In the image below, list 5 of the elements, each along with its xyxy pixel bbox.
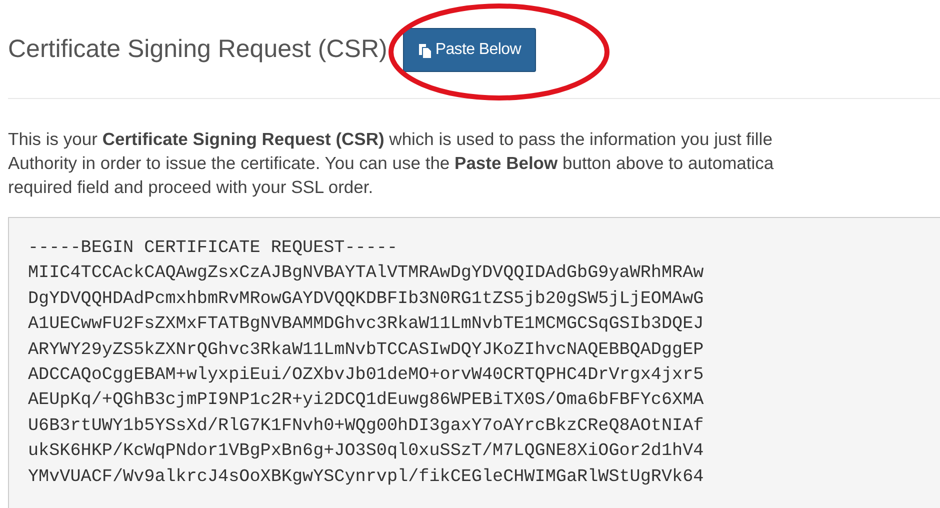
page-title: Certificate Signing Request (CSR) <box>8 34 388 66</box>
csr-text-area[interactable]: -----BEGIN CERTIFICATE REQUEST----- MIIC4TCCAckCAQAwgZsxCzAJBgNVBAYTAlVTMRAwDgYDVQQIDAdGbG9yaWRhMRAw DgYDVQQHDAdPcmxhbmRvMRowGAYDVQQKDBFIb3N0RG1tZS5jb20gSW5jLjEOMAwG A1UECwwFU2FsZXMxFTATBgNVBAMMDGhvc3RkaW11LmNvbTE1MCMGCSqGSIb3DQEJ ARYWY29yZS5kZXNrQGhvc3RkaW11LmNvbTCCASIwDQYJKoZIhvcNAQEBBQADggEP ADCCAQoCggEBAM+wlyxpiEui/OZXbvJb01deMO+orvW40CRTQPHC4DrVrgx4jxr5 AEUpKq/+QGhB3cjmPI9NP1c2R+yi2DCQ1dEuwg86WPEBiTX0S/Oma6bFBFYc6XMA U6B3rtUWY1b5YSsXd/RlG7K1FNvh0+WQg00hDI3gaxY7oAYrcBkzCReQ8AOtNIAf ukSK6HKP/KcWqPNdor1VBgPxBn6g+JO3S0ql0xuSSzT/M7LQGNE8XiOGor2d1hV4 YMvVUACF/Wv9alkrcJ4sOoXBKgwYSCynrvpl/fikCEGleCHWIMGaRlWStUgRVk64 <box>8 217 940 508</box>
description-paragraph: This is your Certificate Signing Request (CSR) which is used to pass the information you just fille Authority in order to issue the certificate. You can use the Paste Below button above to automatica required field and proceed with your SSL order. <box>8 128 775 199</box>
paste-icon <box>418 42 432 58</box>
paste-below-button[interactable]: Paste Below <box>403 28 536 72</box>
